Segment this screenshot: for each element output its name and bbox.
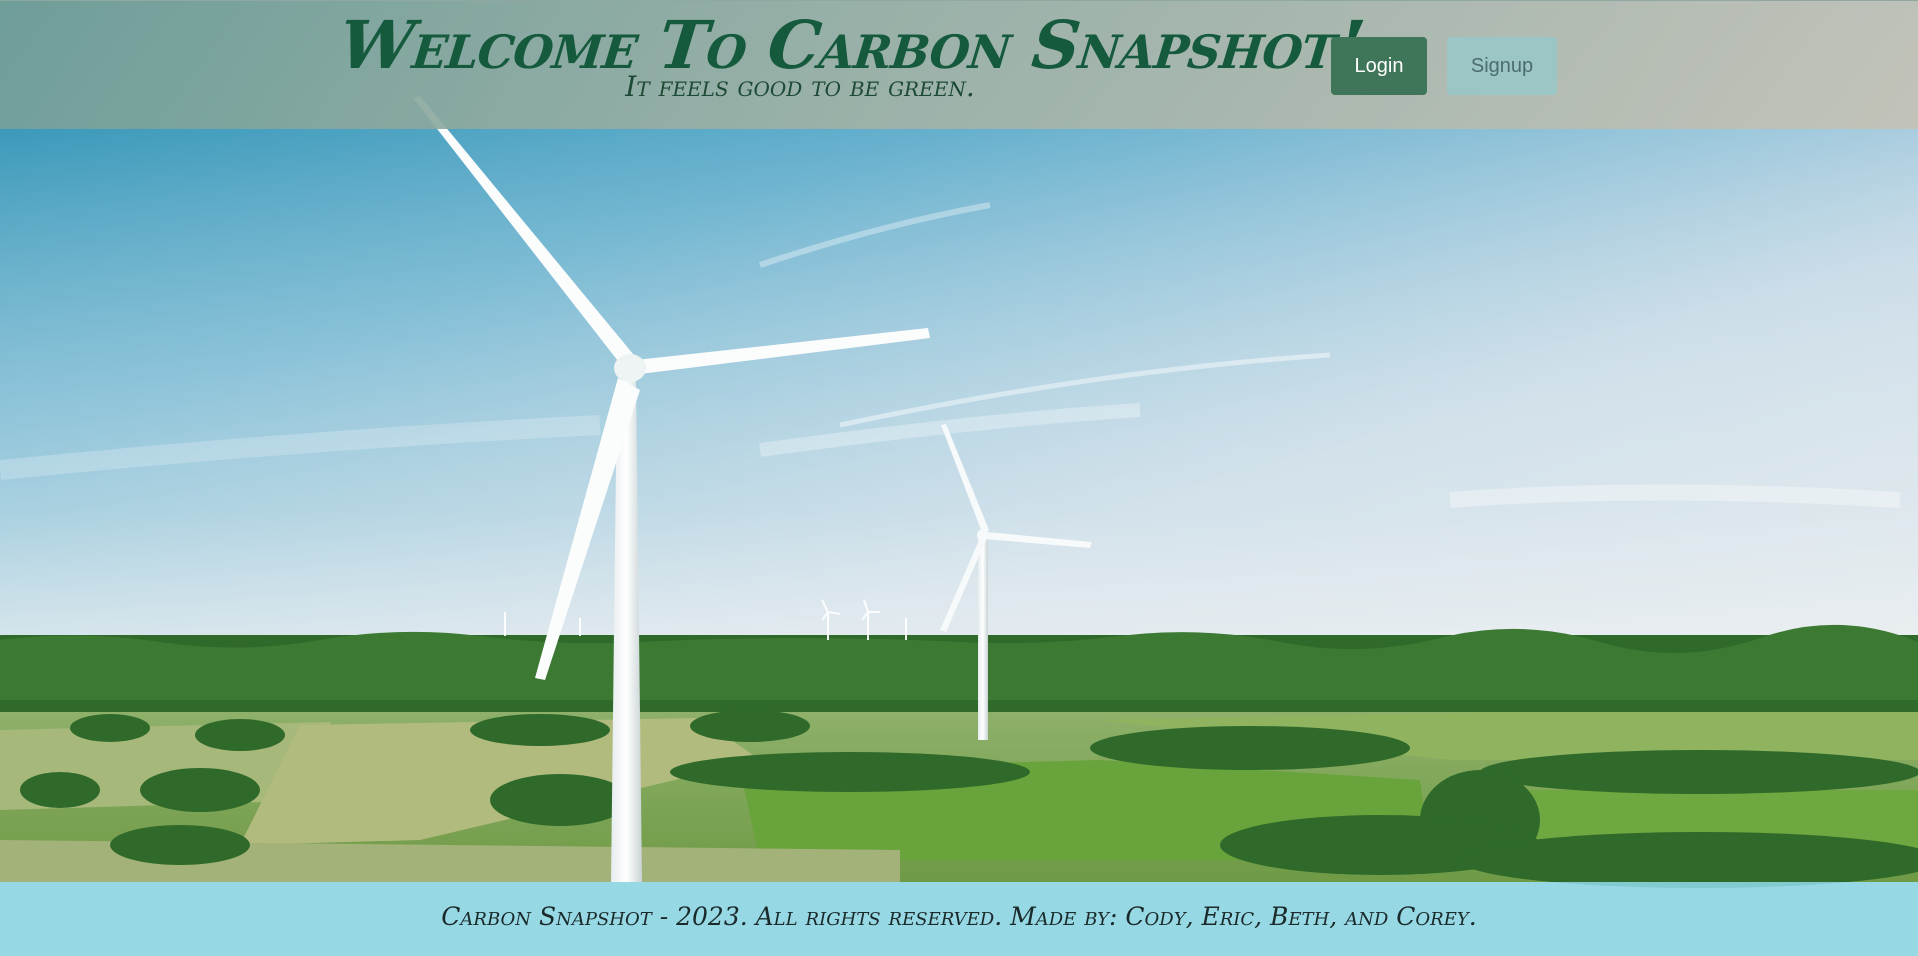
site-footer: Carbon Snapshot - 2023. All rights reser… — [0, 882, 1918, 956]
hero-background-image — [0, 0, 1918, 956]
footer-copyright: Carbon Snapshot - 2023. All rights reser… — [441, 902, 1477, 931]
signup-button[interactable]: Signup — [1447, 37, 1557, 95]
landing-page: Welcome To Carbon Snapshot! It feels goo… — [0, 0, 1918, 956]
site-title: Welcome To Carbon Snapshot! — [335, 6, 1368, 84]
title-block: Welcome To Carbon Snapshot! It feels goo… — [336, 6, 1368, 103]
login-button[interactable]: Login — [1331, 37, 1427, 95]
site-header: Welcome To Carbon Snapshot! It feels goo… — [0, 0, 1918, 129]
